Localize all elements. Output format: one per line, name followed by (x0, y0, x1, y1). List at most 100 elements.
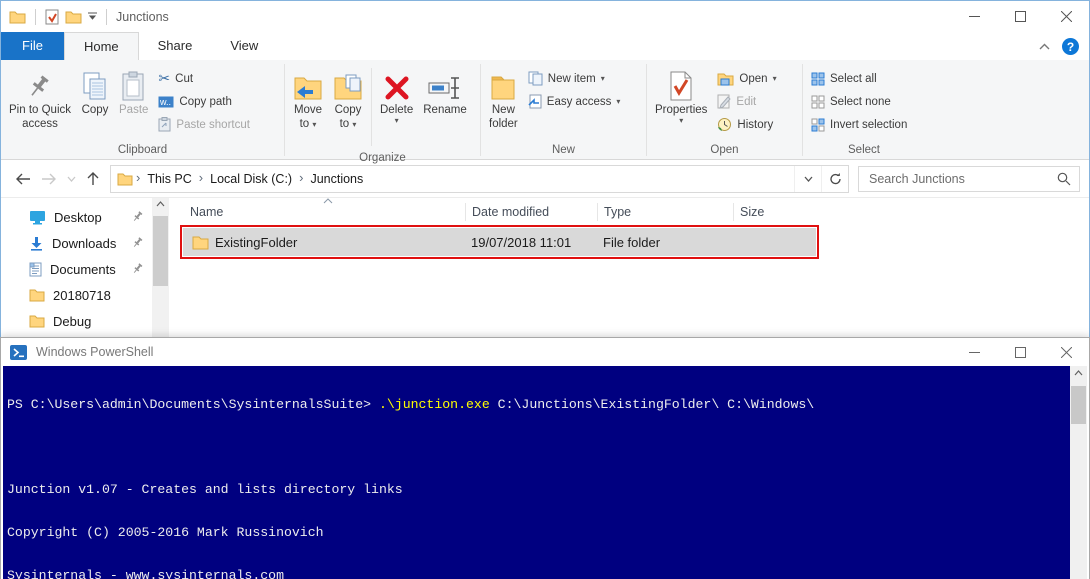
open-button[interactable]: Open ▾ (712, 67, 781, 90)
paste-shortcut-icon (158, 117, 171, 132)
properties-button[interactable]: Properties ▾ (650, 64, 712, 126)
invert-selection-icon (811, 118, 825, 132)
address-band: › This PC › Local Disk (C:) › Junctions (1, 160, 1089, 198)
group-label-open: Open (647, 142, 802, 159)
copy-button[interactable]: Copy (76, 64, 114, 118)
minimize-ribbon-icon[interactable] (1039, 43, 1050, 50)
forward-button[interactable] (36, 166, 62, 192)
scroll-up-icon[interactable] (152, 201, 169, 207)
new-item-button[interactable]: New item ▾ (523, 67, 626, 90)
search-input[interactable] (867, 171, 1057, 187)
new-item-icon (528, 71, 543, 86)
help-icon[interactable]: ? (1062, 38, 1079, 55)
file-date-modified: 19/07/2018 11:01 (465, 235, 597, 250)
select-all-icon (811, 72, 825, 86)
select-all-button[interactable]: Select all (806, 67, 912, 90)
maximize-button[interactable] (997, 1, 1043, 32)
close-button[interactable] (1043, 338, 1089, 366)
ribbon: Pin to Quick access Copy Paste (1, 60, 1089, 160)
copy-path-icon: w.. (158, 96, 174, 108)
scrollbar-thumb[interactable] (1071, 386, 1086, 424)
banner-line: Junction v1.07 - Creates and lists direc… (7, 483, 1070, 497)
select-none-button[interactable]: Select none (806, 90, 912, 113)
minimize-button[interactable] (951, 1, 997, 32)
column-header-size[interactable]: Size (733, 203, 829, 221)
sidebar-item-20180718[interactable]: 20180718 (2, 282, 152, 308)
column-header-type[interactable]: Type (597, 203, 733, 221)
desktop-icon (29, 210, 46, 225)
address-dropdown-button[interactable] (794, 166, 821, 192)
sidebar-item-documents[interactable]: Documents (2, 256, 152, 282)
select-none-icon (811, 95, 825, 109)
dropdown-caret: ▾ (679, 117, 683, 125)
tab-home[interactable]: Home (64, 32, 139, 60)
tab-share[interactable]: Share (139, 32, 212, 60)
search-icon[interactable] (1057, 172, 1071, 186)
paste-shortcut-button[interactable]: Paste shortcut (153, 113, 255, 136)
rename-button[interactable]: Rename (418, 64, 471, 118)
console-scrollbar[interactable] (1070, 366, 1087, 579)
new-folder-icon[interactable] (65, 9, 82, 24)
folder-icon (192, 235, 209, 250)
breadcrumb-this-pc[interactable]: This PC (143, 172, 195, 186)
dropdown-caret: ▾ (616, 98, 620, 106)
refresh-button[interactable] (821, 166, 848, 192)
cut-icon: ✂ (158, 70, 170, 87)
window-title: Junctions (116, 10, 169, 24)
documents-icon (29, 262, 42, 277)
sidebar-item-downloads[interactable]: Downloads (2, 230, 152, 256)
properties-icon[interactable] (45, 9, 59, 25)
history-button[interactable]: History (712, 113, 781, 136)
group-label-select: Select (803, 142, 925, 159)
sort-ascending-icon (323, 198, 333, 204)
ribbon-tab-bar: File Home Share View ? (1, 32, 1089, 60)
pin-to-quick-access-button[interactable]: Pin to Quick access (4, 64, 76, 132)
invert-selection-button[interactable]: Invert selection (806, 113, 912, 136)
edit-button[interactable]: Edit (712, 90, 781, 113)
back-button[interactable] (10, 166, 36, 192)
banner-line: Copyright (C) 2005-2016 Mark Russinovich (7, 526, 1070, 540)
column-header-name[interactable]: Name (183, 203, 465, 221)
maximize-button[interactable] (997, 338, 1043, 366)
easy-access-button[interactable]: Easy access ▾ (523, 90, 626, 113)
search-box[interactable] (858, 166, 1080, 192)
column-header-date-modified[interactable]: Date modified (465, 203, 597, 221)
ribbon-group-open: Properties ▾ Open ▾ E (647, 61, 802, 159)
delete-button[interactable]: Delete ▾ (375, 64, 418, 126)
dropdown-caret: ▾ (395, 117, 399, 125)
recent-locations-button[interactable] (62, 166, 80, 192)
dropdown-caret: ▾ (773, 75, 777, 83)
sidebar-item-desktop[interactable]: Desktop (2, 204, 152, 230)
customize-toolbar-icon[interactable] (88, 12, 97, 21)
new-folder-button[interactable]: New folder (484, 64, 523, 132)
minimize-button[interactable] (951, 338, 997, 366)
breadcrumb-junctions[interactable]: Junctions (306, 172, 367, 186)
rename-icon (428, 65, 462, 101)
delete-icon (384, 65, 410, 101)
table-row-existingfolder[interactable]: ExistingFolder 19/07/2018 11:01 File fol… (183, 228, 816, 256)
tab-file[interactable]: File (1, 32, 64, 60)
breadcrumb-local-disk[interactable]: Local Disk (C:) (206, 172, 296, 186)
scrollbar-thumb[interactable] (153, 216, 168, 286)
copy-to-button[interactable]: Copy to ▾ (328, 64, 368, 132)
group-label-new: New (481, 142, 646, 159)
address-bar[interactable]: › This PC › Local Disk (C:) › Junctions (110, 165, 849, 193)
sidebar-item-debug[interactable]: Debug (2, 308, 152, 334)
open-icon (717, 72, 734, 86)
copy-path-button[interactable]: w.. Copy path (153, 90, 255, 113)
scroll-up-icon[interactable] (1070, 366, 1087, 376)
paste-button[interactable]: Paste (114, 64, 153, 118)
chevron-right-icon: › (196, 170, 206, 185)
divider (371, 68, 372, 146)
move-to-button[interactable]: Move to ▾ (288, 64, 328, 132)
properties-icon (669, 65, 693, 101)
pin-icon (133, 237, 144, 248)
tab-view[interactable]: View (211, 32, 277, 60)
up-button[interactable] (80, 166, 106, 192)
cut-button[interactable]: ✂ Cut (153, 67, 255, 90)
history-icon (717, 117, 732, 132)
column-headers: Name Date modified Type Size (183, 198, 1088, 226)
folder-icon (29, 314, 45, 328)
console-output[interactable]: PS C:\Users\admin\Documents\Sysinternals… (3, 366, 1070, 579)
close-button[interactable] (1043, 1, 1089, 32)
